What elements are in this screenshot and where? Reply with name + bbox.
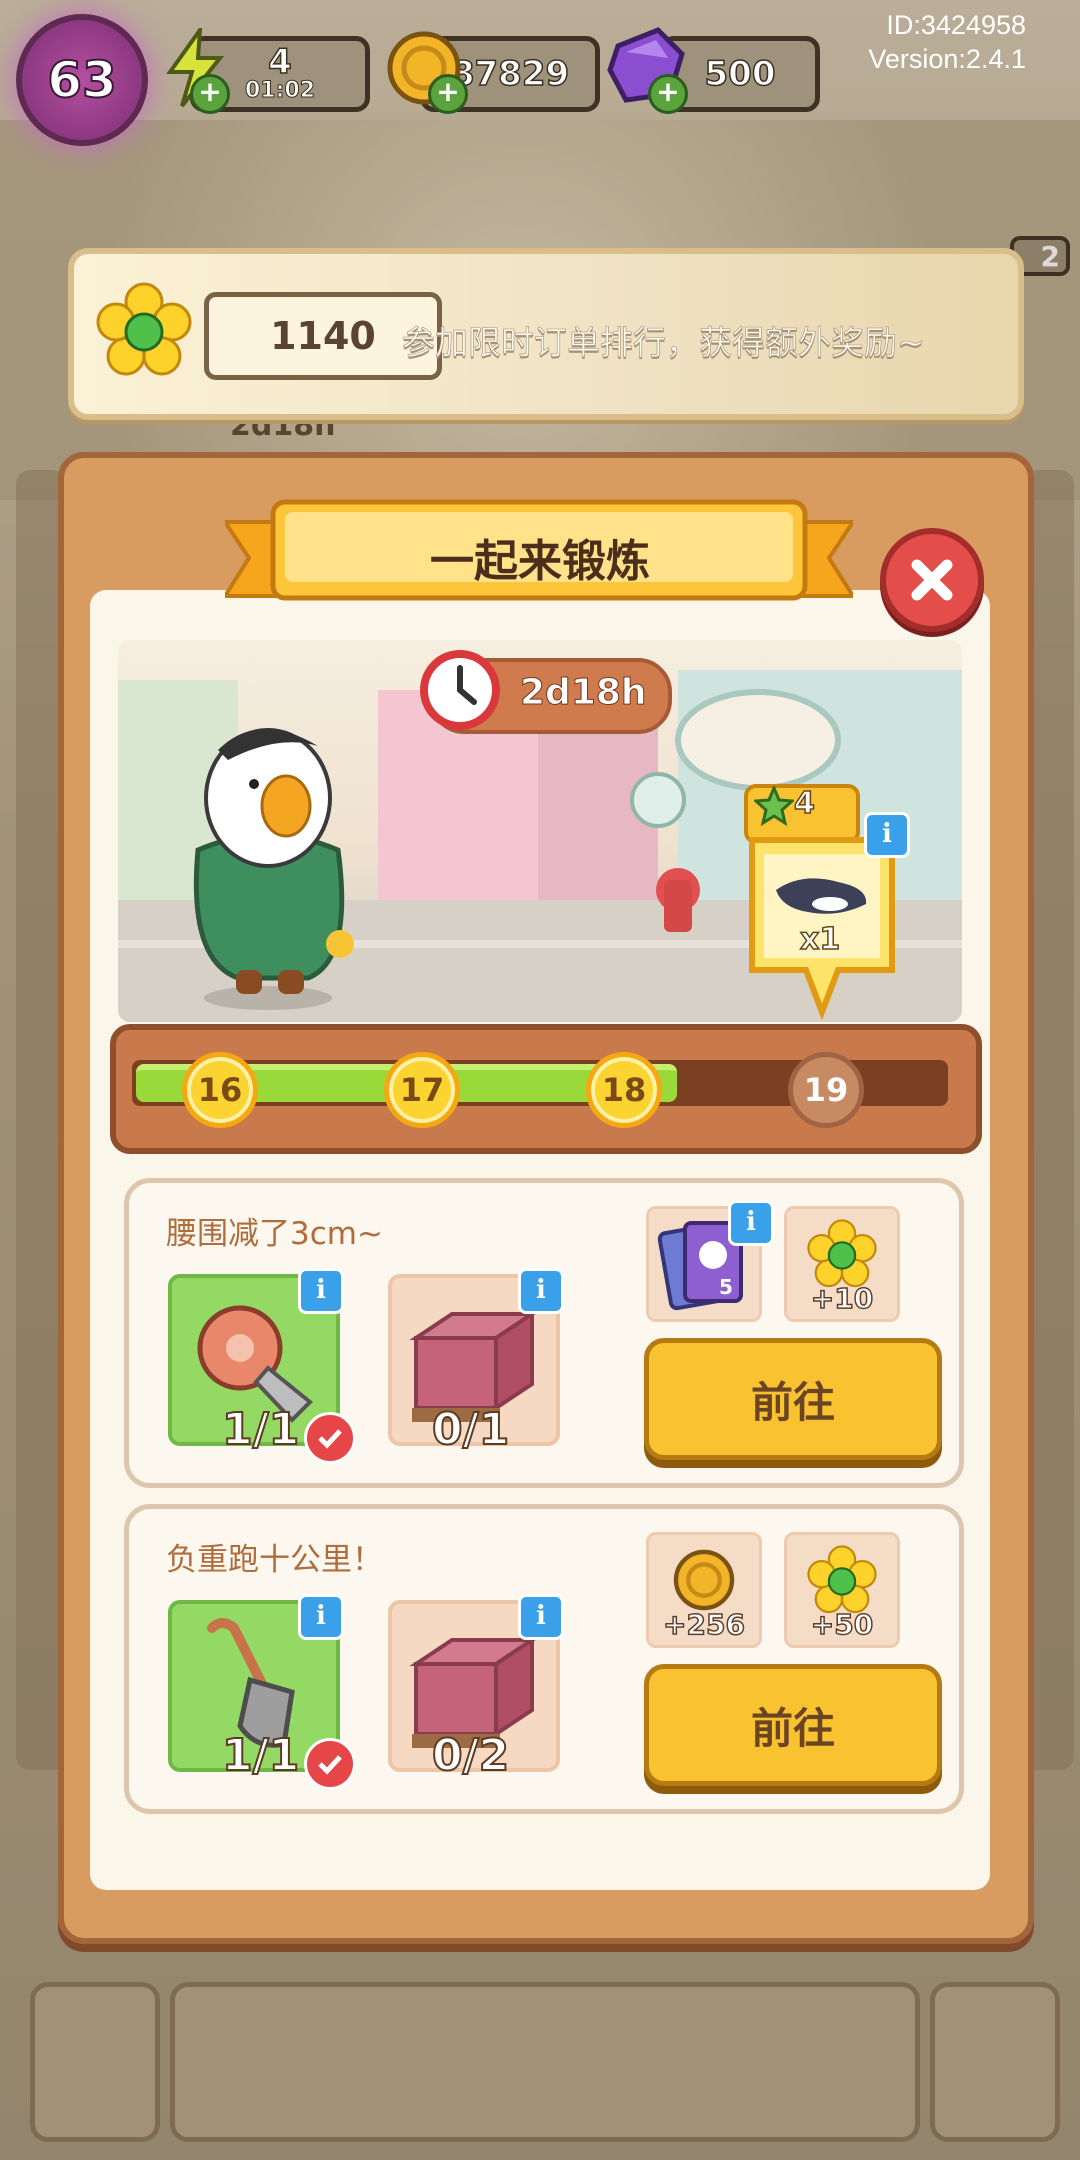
task-2-label: 负重跑十公里！ (166, 1542, 383, 1578)
energy-value: 4 (267, 41, 292, 82)
energy-timer: 01:02 (244, 77, 316, 103)
task-1-item-1-count: 1/1 (221, 1403, 300, 1456)
event-timer-text: 2d18h (520, 672, 648, 714)
checkmark-icon (318, 1429, 342, 1449)
banner-score: 1140 (270, 314, 376, 358)
coin-icon (673, 1549, 735, 1611)
coin-value: 87829 (450, 53, 570, 95)
gem-flower-icon (96, 282, 192, 376)
gem-flower-icon (807, 1545, 877, 1614)
task-1-reward-1-info[interactable]: i (728, 1200, 774, 1246)
task-2-item-1-check (304, 1738, 356, 1790)
task-2-item-2-info[interactable]: i (518, 1594, 564, 1640)
reward-info-button[interactable]: i (864, 812, 910, 858)
task-1-go-label: 前往 (750, 1377, 835, 1427)
task-1-reward-1-text: 5 (719, 1275, 733, 1299)
milestone-node-19: 19 (788, 1052, 864, 1128)
task-1-label: 腰围减了3cm~ (166, 1216, 383, 1252)
coin-add-button[interactable]: + (428, 74, 468, 114)
checkmark-icon (318, 1755, 342, 1775)
task-2-reward-1[interactable]: +256 (646, 1532, 762, 1648)
reward-points: 4 (793, 785, 815, 822)
banner-text: 参加限时订单排行，获得额外奖励~ (402, 323, 925, 363)
green-star-icon (754, 786, 794, 826)
task-1-item-2-info[interactable]: i (518, 1268, 564, 1314)
duck-character-icon (193, 728, 354, 1010)
close-icon (911, 559, 953, 601)
task-2-item-1-info[interactable]: i (298, 1594, 344, 1640)
rank-banner[interactable]: 1140 参加限时订单排行，获得额外奖励~ (68, 248, 1024, 420)
task-1-item-1-info[interactable]: i (298, 1268, 344, 1314)
event-title: 一起来锻炼 (430, 536, 650, 587)
level-badge[interactable]: 63 (16, 14, 148, 146)
version-label: Version:2.4.1 (868, 44, 1026, 74)
milestone-node-18: 18 (586, 1052, 662, 1128)
version-info: ID:3424958 Version:2.4.1 (868, 8, 1026, 76)
task-1-go-button[interactable]: 前往 (644, 1338, 942, 1460)
gem-flower-icon (807, 1219, 877, 1288)
milestone-node-16: 16 (182, 1052, 258, 1128)
task-2-reward-2-text: +50 (810, 1607, 874, 1642)
task-2-item-1-count: 1/1 (221, 1729, 300, 1782)
close-button[interactable] (880, 528, 984, 632)
gem-add-button[interactable]: + (648, 74, 688, 114)
task-1-reward-2-text: +10 (810, 1281, 874, 1316)
task-1-item-1-check (304, 1412, 356, 1464)
reward-count: x1 (799, 921, 841, 958)
gem-value: 500 (704, 53, 776, 95)
energy-add-button[interactable]: + (190, 74, 230, 114)
task-2-reward-1-text: +256 (662, 1607, 745, 1642)
level-number: 63 (46, 50, 118, 110)
task-2-item-2-count: 0/2 (431, 1729, 510, 1782)
task-1-item-2-count: 0/1 (431, 1403, 510, 1456)
task-2-go-label: 前往 (750, 1703, 835, 1753)
task-1-reward-2[interactable]: +10 (784, 1206, 900, 1322)
task-2-go-button[interactable]: 前往 (644, 1664, 942, 1786)
task-2-reward-2[interactable]: +50 (784, 1532, 900, 1648)
player-id: ID:3424958 (886, 10, 1026, 40)
clock-icon (420, 650, 500, 730)
milestone-node-17: 17 (384, 1052, 460, 1128)
